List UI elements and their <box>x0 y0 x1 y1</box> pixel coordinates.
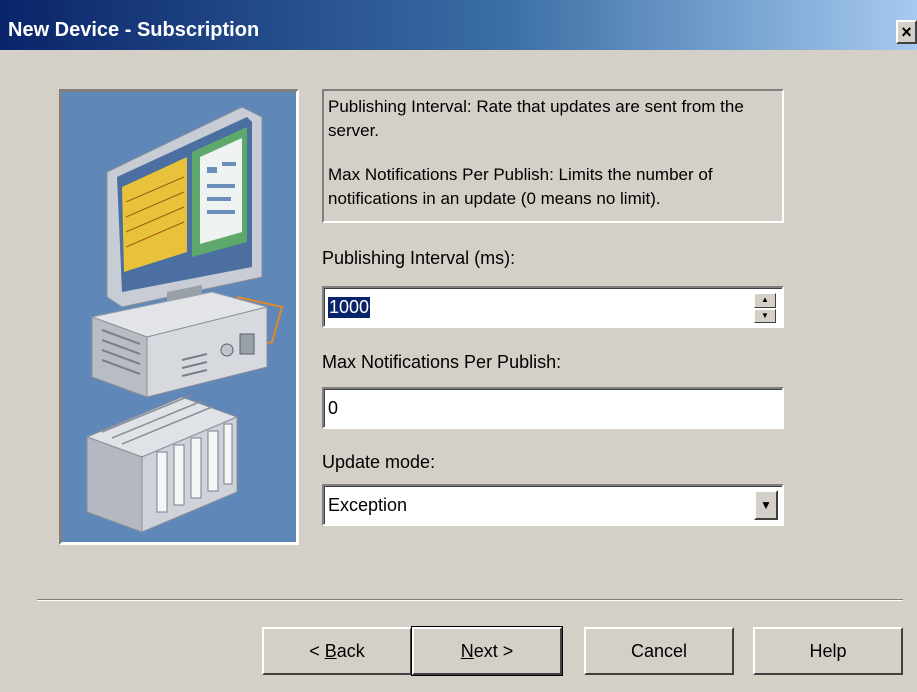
max-notifications-value[interactable]: 0 <box>328 398 338 419</box>
publishing-interval-spinner[interactable]: ▲ ▼ <box>754 293 776 323</box>
title-bar: New Device - Subscription × <box>0 0 917 50</box>
update-mode-label: Update mode: <box>322 452 436 472</box>
footer-divider <box>37 599 903 601</box>
chevron-down-icon: ▼ <box>760 498 772 512</box>
update-mode-value: Exception <box>328 494 408 515</box>
publishing-interval-field[interactable]: 1000 ▲ ▼ <box>322 286 784 328</box>
back-mnemonic: B <box>324 640 337 661</box>
spin-down-button[interactable]: ▼ <box>754 308 776 323</box>
close-button[interactable]: × <box>896 20 917 44</box>
close-icon: × <box>901 22 912 42</box>
description-publishing-interval: Publishing Interval: Rate that updates a… <box>328 97 744 140</box>
spin-up-icon: ▲ <box>761 295 769 305</box>
help-label: Help <box>809 640 847 661</box>
max-notifications-label: Max Notifications Per Publish: <box>322 352 562 372</box>
description-box: Publishing Interval: Rate that updates a… <box>322 89 784 223</box>
next-mnemonic: N <box>460 640 474 661</box>
back-button[interactable]: < B ack <box>262 627 412 675</box>
max-notifications-field[interactable]: 0 <box>322 387 784 429</box>
cancel-button[interactable]: Cancel <box>584 627 734 675</box>
publishing-interval-label: Publishing Interval (ms): <box>322 248 516 268</box>
publishing-interval-value[interactable]: 1000 <box>328 296 371 318</box>
back-rest: ack <box>336 640 365 661</box>
description-max-notifications: Max Notifications Per Publish: Limits th… <box>328 165 713 208</box>
window-title: New Device - Subscription <box>8 19 260 41</box>
help-button[interactable]: Help <box>753 627 903 675</box>
update-mode-dropdown-button[interactable]: ▼ <box>754 490 778 520</box>
spin-up-button[interactable]: ▲ <box>754 293 776 308</box>
back-prefix: < <box>309 640 325 661</box>
next-button[interactable]: N ext > <box>411 626 563 676</box>
computer-and-plc-illustration <box>59 89 299 545</box>
spin-down-icon: ▼ <box>761 310 769 320</box>
update-mode-select[interactable]: Exception ▼ <box>322 484 784 526</box>
cancel-label: Cancel <box>630 640 688 661</box>
next-rest: ext > <box>473 640 514 661</box>
